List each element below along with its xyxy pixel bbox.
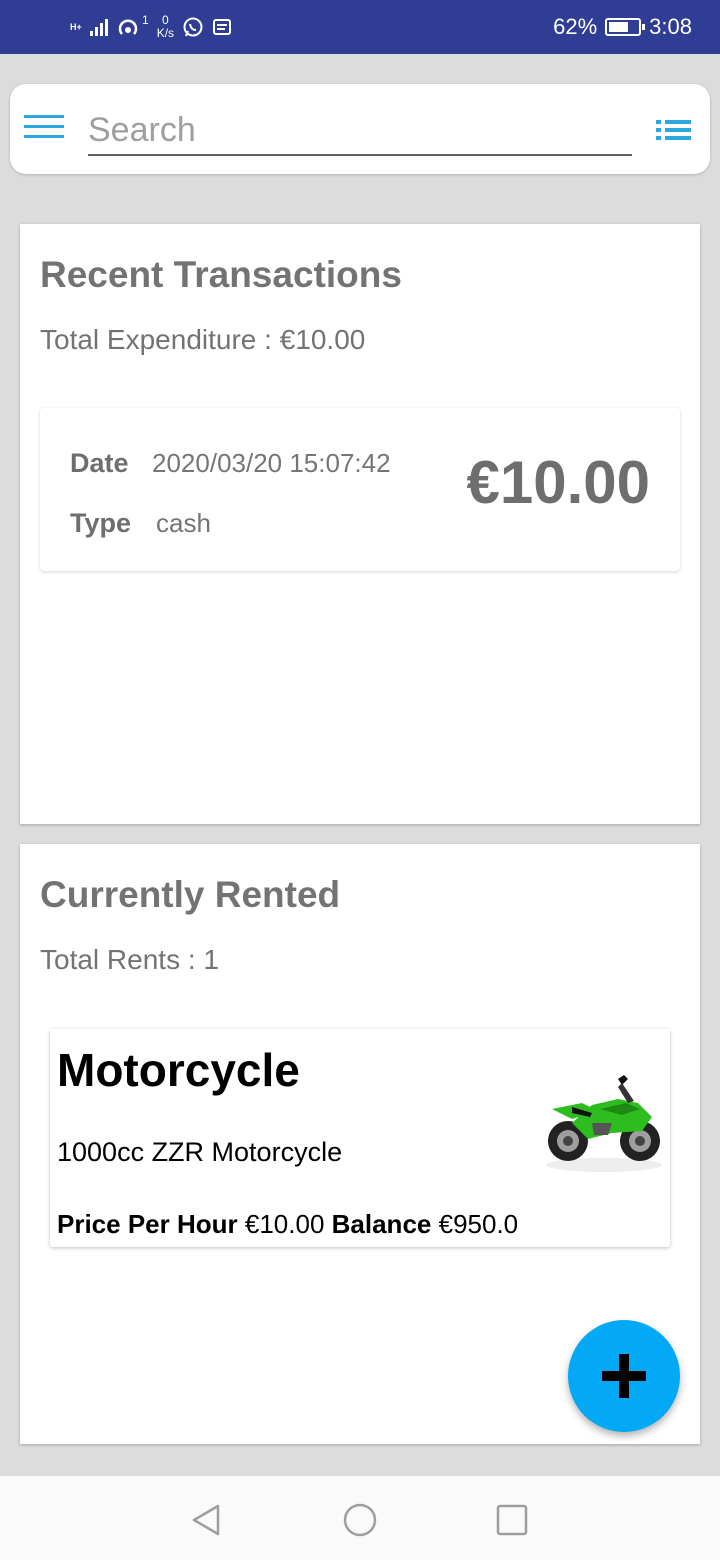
home-icon[interactable] xyxy=(342,1502,378,1538)
type-value: cash xyxy=(156,508,211,538)
search-input[interactable] xyxy=(88,106,632,156)
plus-icon-vertical xyxy=(619,1354,629,1398)
status-icons-right: 62% 3:08 xyxy=(553,14,692,40)
total-expenditure: Total Expenditure : €10.00 xyxy=(40,324,365,356)
total-expenditure-label: Total Expenditure : xyxy=(40,324,272,355)
motorcycle-image xyxy=(546,1075,662,1172)
recent-transactions-title: Recent Transactions xyxy=(40,254,402,295)
message-icon xyxy=(213,19,232,35)
menu-icon[interactable] xyxy=(24,115,66,141)
list-view-icon[interactable] xyxy=(656,119,694,141)
total-expenditure-value: €10.00 xyxy=(279,324,366,355)
recent-transactions-card: Recent Transactions Total Expenditure : … xyxy=(20,224,700,824)
network-speed: 0 K/s xyxy=(157,14,174,40)
type-label: Type xyxy=(70,508,132,538)
date-value: 2020/03/20 15:07:42 xyxy=(152,448,391,478)
total-rents: Total Rents : 1 xyxy=(40,944,219,976)
battery-icon xyxy=(605,18,646,36)
signal-icon xyxy=(90,18,108,36)
hotspot-icon xyxy=(118,19,138,35)
network-speed-unit: K/s xyxy=(156,26,175,40)
rental-name: Motorcycle xyxy=(57,1044,300,1096)
network-type-indicator: H+ xyxy=(70,21,82,32)
back-icon[interactable] xyxy=(188,1502,224,1538)
total-rents-label: Total Rents : xyxy=(40,944,196,975)
date-label: Date xyxy=(70,448,129,478)
price-label: Price Per Hour xyxy=(57,1209,238,1239)
transaction-item[interactable]: Date 2020/03/20 15:07:42 Type cash €10.0… xyxy=(40,408,680,571)
rental-description: 1000cc ZZR Motorcycle xyxy=(57,1137,343,1167)
clock: 3:08 xyxy=(649,14,692,39)
search-bar xyxy=(10,84,710,174)
balance-value: €950.0 xyxy=(438,1209,519,1239)
whatsapp-icon xyxy=(183,17,203,37)
currently-rented-title: Currently Rented xyxy=(40,874,341,915)
rental-pricing: Price Per Hour €10.00 Balance €950.0 xyxy=(57,1209,518,1240)
total-rents-value: 1 xyxy=(203,944,219,975)
hotspot-count: 1 xyxy=(142,13,149,27)
status-icons-left: H+ 1 0 K/s xyxy=(70,10,232,44)
recents-icon[interactable] xyxy=(494,1502,530,1538)
add-button[interactable] xyxy=(568,1320,680,1432)
rental-item[interactable]: Motorcycle 1000cc ZZR Motorcycle Price P… xyxy=(50,1029,670,1247)
system-nav-bar xyxy=(0,1476,720,1560)
battery-percent: 62% xyxy=(553,14,598,39)
transaction-amount: €10.00 xyxy=(466,449,650,516)
status-bar: H+ 1 0 K/s 62% 3:08 xyxy=(0,0,720,54)
price-value: €10.00 xyxy=(244,1209,325,1239)
balance-label: Balance xyxy=(331,1209,432,1239)
